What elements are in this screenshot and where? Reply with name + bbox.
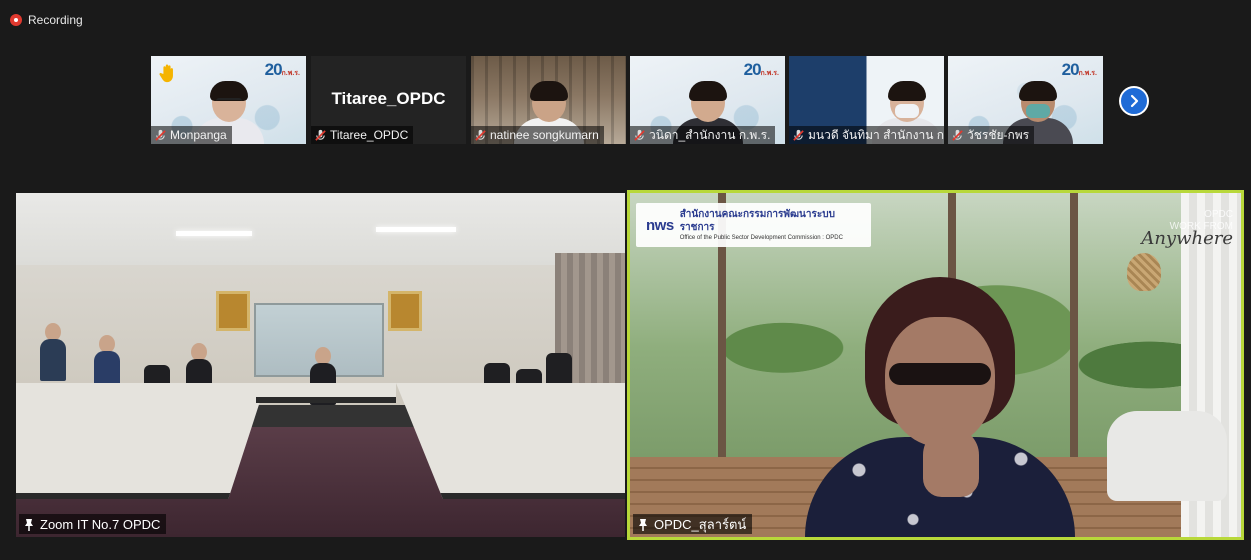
participant-name-label: วนิดา_สำนักงาน ก.พ.ร. <box>630 126 776 144</box>
anniversary-badge: 20ก.พ.ร. <box>264 60 300 79</box>
mic-muted-icon <box>155 129 166 141</box>
mic-muted-icon <box>952 129 963 141</box>
opdc-logo-mark: nws <box>646 216 674 234</box>
video-tile-active-speaker[interactable]: nws สำนักงานคณะกรรมการพัฒนาระบบราชการ Of… <box>627 190 1244 540</box>
participant-tile[interactable]: มนวดี จันทิมา สำนักงาน ก... <box>789 56 944 144</box>
video-name-label: OPDC_สุลาร์ตน์ <box>633 514 753 534</box>
participant-name-label: natinee songkumarn <box>471 126 604 144</box>
armchair <box>1107 411 1227 501</box>
recording-indicator[interactable]: Recording <box>10 11 83 29</box>
chevron-right-icon <box>1130 94 1139 108</box>
work-from-anywhere-watermark: OPDC WORK FROM Anywhere <box>1141 209 1233 249</box>
recording-label: Recording <box>28 13 83 27</box>
anniversary-badge: 20ก.พ.ร. <box>743 60 779 79</box>
speaker-video <box>805 277 1075 537</box>
mic-muted-icon <box>315 129 326 141</box>
opdc-logo-banner: nws สำนักงานคณะกรรมการพัฒนาระบบราชการ Of… <box>636 203 871 247</box>
video-name-label: Zoom IT No.7 OPDC <box>19 514 167 534</box>
participant-name-label: มนวดี จันทิมา สำนักงาน ก... <box>789 126 944 144</box>
participant-name-label: Titaree_OPDC <box>311 126 414 144</box>
pin-icon <box>639 518 647 531</box>
participant-tile[interactable]: Titaree_OPDC Titaree_OPDC <box>311 56 466 144</box>
mic-muted-icon <box>793 129 804 141</box>
participant-tile[interactable]: 20ก.พ.ร. วัชรชัย-กพร <box>948 56 1103 144</box>
participant-name-label: Monpanga <box>151 126 232 144</box>
anniversary-badge: 20ก.พ.ร. <box>1061 60 1097 79</box>
recording-icon <box>10 14 22 26</box>
mic-muted-icon <box>475 129 486 141</box>
raised-hand-icon <box>159 64 173 83</box>
next-participants-button[interactable] <box>1119 86 1149 116</box>
participant-tile[interactable]: 20ก.พ.ร. วนิดา_สำนักงาน ก.พ.ร. <box>630 56 785 144</box>
participant-tile[interactable]: 20ก.พ.ร. Monpanga <box>151 56 306 144</box>
participant-name-label: วัชรชัย-กพร <box>948 126 1035 144</box>
mic-muted-icon <box>634 129 645 141</box>
lamp <box>1127 253 1161 291</box>
video-tile-zoom-it[interactable]: Zoom IT No.7 OPDC <box>16 193 625 537</box>
participant-tile[interactable]: natinee songkumarn <box>471 56 626 144</box>
attendee <box>40 323 66 383</box>
participant-display-name: Titaree_OPDC <box>331 89 446 108</box>
pin-icon <box>25 518 33 531</box>
